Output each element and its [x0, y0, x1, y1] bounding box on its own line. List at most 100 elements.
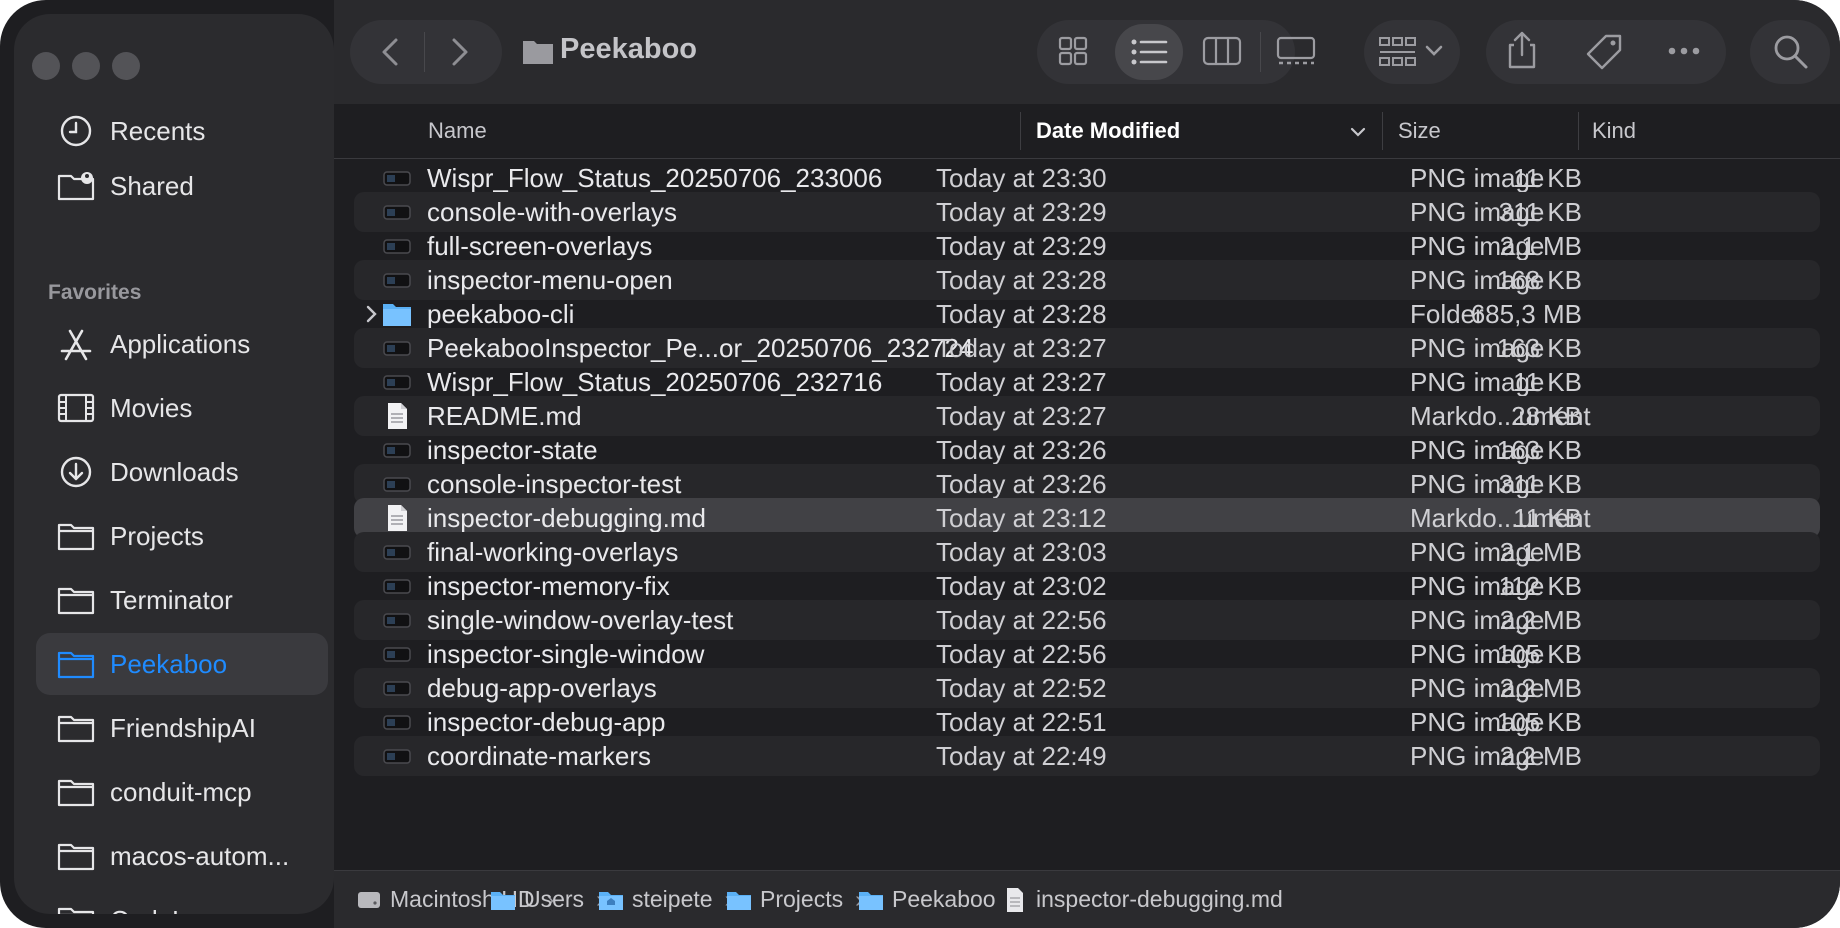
file-name: inspector-memory-fix	[427, 571, 670, 601]
sidebar-item-downloads[interactable]: Downloads	[36, 441, 328, 503]
file-date: Today at 23:30	[936, 163, 1107, 193]
favorites-header: Favorites	[48, 281, 142, 304]
applications-icon	[56, 324, 96, 364]
more-button[interactable]	[1666, 44, 1702, 62]
ellipsis-icon	[1668, 47, 1700, 55]
file-date: Today at 22:56	[936, 639, 1107, 669]
breadcrumb-item[interactable]: Users›	[490, 886, 604, 913]
column-header-size[interactable]: Size	[1398, 118, 1441, 144]
sidebar-item-macos-automator[interactable]: macos-autom...	[36, 825, 328, 887]
file-kind: Markdo...ument	[1410, 503, 1591, 533]
file-name: inspector-menu-open	[427, 265, 673, 295]
sidebar-item-label: macos-autom...	[110, 840, 290, 871]
sidebar-item-label: Peekaboo	[110, 648, 228, 679]
sidebar-item-recents[interactable]: Recents	[36, 100, 328, 162]
file-name: full-screen-overlays	[427, 231, 653, 261]
sidebar-item-applications[interactable]: Applications	[36, 313, 328, 375]
disclosure-triangle-icon[interactable]	[362, 302, 382, 326]
file-kind: PNG image	[1410, 333, 1545, 363]
sidebar-item-conduit-mcp[interactable]: conduit-mcp	[36, 761, 328, 823]
file-kind: Folder	[1410, 299, 1484, 329]
file-row[interactable]: coordinate-markers Today at 22:49 2,2 MB PN…	[354, 736, 1820, 776]
gallery-view-button[interactable]	[1276, 35, 1316, 72]
file-date: Today at 22:51	[936, 707, 1107, 737]
zoom-window-button[interactable]	[112, 52, 140, 80]
sidebar-item-label: conduit-mcp	[110, 776, 252, 807]
file-kind: PNG image	[1410, 163, 1545, 193]
sidebar-item-label: Downloads	[110, 456, 239, 487]
png-thumb-icon	[382, 673, 412, 703]
back-button[interactable]	[374, 34, 410, 75]
forward-button[interactable]	[440, 34, 476, 75]
sidebar-item-peekaboo[interactable]: Peekaboo	[36, 633, 328, 695]
breadcrumb-item[interactable]: Peekaboo›	[858, 886, 1015, 913]
sort-descending-icon	[1350, 127, 1366, 137]
close-window-button[interactable]	[32, 52, 60, 80]
file-name: inspector-state	[427, 435, 598, 465]
file-date: Today at 22:49	[936, 741, 1107, 771]
share-button[interactable]	[1502, 29, 1542, 76]
home-folder-icon	[598, 887, 624, 913]
png-thumb-icon	[382, 537, 412, 567]
columns-icon	[1202, 36, 1242, 66]
file-date: Today at 23:26	[936, 435, 1107, 465]
file-name: single-window-overlay-test	[427, 605, 734, 635]
sidebar-item-shared[interactable]: Shared	[36, 155, 328, 217]
column-divider[interactable]	[1020, 112, 1021, 150]
tag-button[interactable]	[1584, 32, 1624, 77]
column-divider[interactable]	[1578, 112, 1579, 150]
breadcrumb-item[interactable]: steipete›	[598, 886, 732, 913]
sidebar-item-friendshipai[interactable]: FriendshipAI	[36, 697, 328, 759]
file-name: inspector-debugging.md	[427, 503, 706, 533]
icon-view-button[interactable]	[1057, 35, 1089, 72]
sidebar-item-codelooper[interactable]: CodeLooper	[36, 889, 328, 914]
file-date: Today at 23:29	[936, 231, 1107, 261]
png-thumb-icon	[382, 571, 412, 601]
file-date: Today at 22:52	[936, 673, 1107, 703]
file-name: coordinate-markers	[427, 741, 651, 771]
sidebar-item-movies[interactable]: Movies	[36, 377, 328, 439]
png-thumb-icon	[382, 265, 412, 295]
hard-drive-icon	[356, 887, 382, 913]
file-date: Today at 23:03	[936, 537, 1107, 567]
folder-icon	[382, 299, 412, 329]
file-kind: PNG image	[1410, 435, 1545, 465]
file-kind: PNG image	[1410, 469, 1545, 499]
file-kind: PNG image	[1410, 639, 1545, 669]
file-date: Today at 23:28	[936, 265, 1107, 295]
column-divider[interactable]	[1382, 112, 1383, 150]
sidebar-item-terminator[interactable]: Terminator	[36, 569, 328, 631]
grid-icon	[1058, 36, 1088, 66]
column-header-name[interactable]: Name	[428, 118, 487, 144]
file-size: 685,3 MB	[1470, 299, 1582, 329]
breadcrumb-item[interactable]: Projects ›	[726, 886, 863, 913]
file-list: Wispr_Flow_Status_20250706_233006 Today a…	[334, 158, 1840, 870]
toolbar: Peekaboo	[334, 0, 1840, 104]
sidebar-item-label: Movies	[110, 392, 193, 423]
folder-icon	[56, 580, 96, 620]
folder-icon	[56, 708, 96, 748]
folder-icon	[490, 887, 516, 913]
file-kind: PNG image	[1410, 367, 1545, 397]
navigation-group	[350, 20, 502, 84]
breadcrumb-label: Users	[524, 886, 585, 912]
breadcrumb-item[interactable]: inspector-debugging.md	[1002, 886, 1283, 913]
group-by-icon	[1378, 36, 1418, 73]
png-thumb-icon	[382, 707, 412, 737]
column-header-kind[interactable]: Kind	[1592, 118, 1636, 144]
sidebar-item-projects[interactable]: Projects	[36, 505, 328, 567]
folder-icon	[56, 900, 96, 914]
chevron-down-icon	[1424, 44, 1444, 63]
folder-icon	[56, 836, 96, 876]
file-name: peekaboo-cli	[427, 299, 575, 329]
file-date: Today at 23:26	[936, 469, 1107, 499]
list-icon	[1131, 39, 1168, 65]
sidebar-item-label: Terminator	[110, 584, 233, 615]
minimize-window-button[interactable]	[72, 52, 100, 80]
list-view-button[interactable]	[1115, 24, 1183, 80]
column-header-date[interactable]: Date Modified	[1036, 118, 1180, 144]
png-thumb-icon	[382, 333, 412, 363]
sidebar-item-label: CodeLooper	[110, 905, 253, 915]
folder-icon	[858, 887, 884, 913]
column-view-button[interactable]	[1202, 35, 1242, 72]
